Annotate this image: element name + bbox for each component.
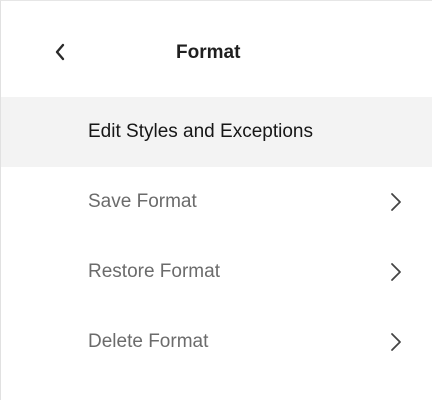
chevron-left-icon — [55, 43, 65, 61]
menu-item-save-format[interactable]: Save Format — [1, 167, 432, 237]
menu-item-restore-format[interactable]: Restore Format — [1, 237, 432, 307]
menu-item-label: Restore Format — [88, 261, 220, 282]
menu-item-edit-styles[interactable]: Edit Styles and Exceptions — [1, 97, 432, 167]
menu-item-label: Edit Styles and Exceptions — [88, 121, 313, 142]
panel-title: Format — [176, 42, 241, 63]
menu-item-label: Save Format — [88, 191, 197, 212]
format-panel: Format Edit Styles and Exceptions Save F… — [0, 0, 432, 400]
chevron-right-icon — [391, 263, 401, 281]
panel-header: Format — [1, 1, 432, 89]
chevron-right-icon — [391, 193, 401, 211]
back-button[interactable] — [49, 39, 71, 65]
menu-item-delete-format[interactable]: Delete Format — [1, 307, 432, 377]
menu-item-label: Delete Format — [88, 331, 209, 352]
chevron-right-icon — [391, 333, 401, 351]
